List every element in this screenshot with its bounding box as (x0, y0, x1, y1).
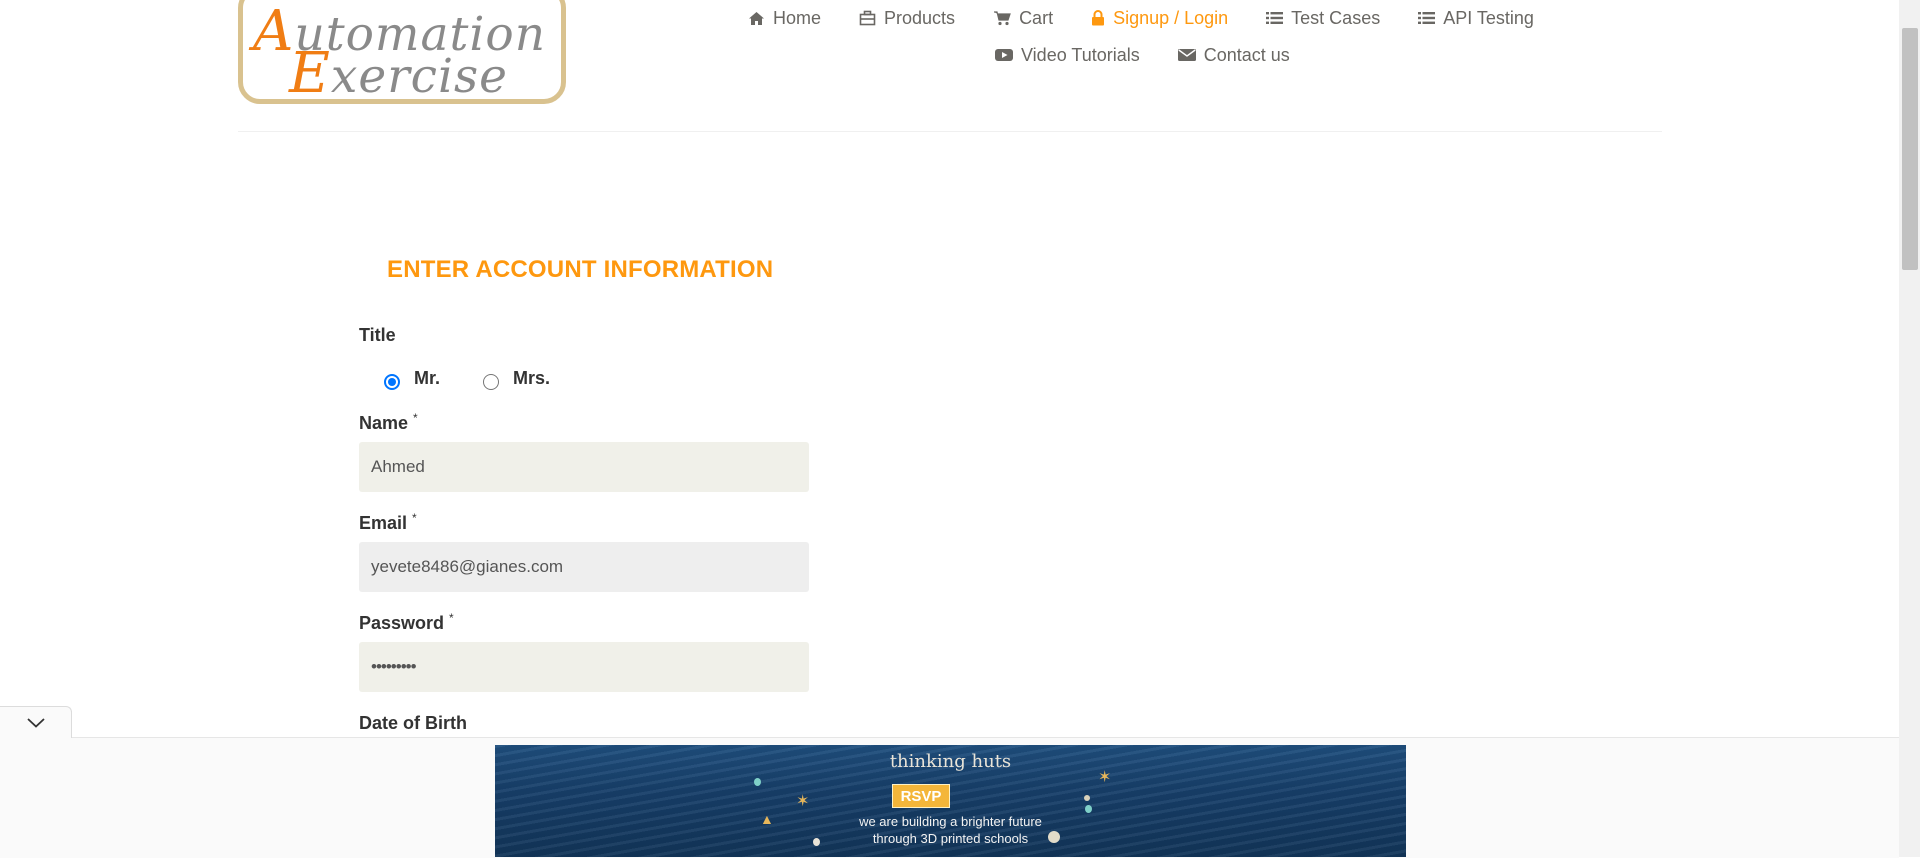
form-heading: ENTER ACCOUNT INFORMATION (387, 256, 774, 283)
required-marker: * (413, 411, 418, 425)
nav-cart[interactable]: Cart (993, 8, 1053, 29)
email-input[interactable]: yevete8486@gianes.com (359, 542, 809, 592)
main-nav-row-2: Video Tutorials Contact us (995, 43, 1290, 67)
nav-api-testing[interactable]: API Testing (1418, 8, 1534, 29)
starfish-icon: ✶ (796, 793, 810, 810)
nav-contact-us[interactable]: Contact us (1177, 44, 1290, 66)
logo-word-2: xercise (330, 49, 508, 104)
nav-contact-us-label: Contact us (1203, 44, 1290, 65)
page-scrollbar-thumb[interactable] (1902, 28, 1918, 270)
ad-collapse-toggle[interactable] (0, 706, 72, 738)
ad-rsvp-button[interactable]: RSVP (892, 784, 950, 808)
name-input[interactable]: Ahmed (359, 442, 809, 492)
password-label-text: Password (359, 613, 445, 633)
nav-cart-label: Cart (1019, 7, 1054, 28)
title-label: Title (359, 325, 396, 345)
name-label-text: Name (359, 413, 409, 433)
nav-video-tutorials[interactable]: Video Tutorials (995, 45, 1140, 66)
password-input[interactable]: ••••••••• (359, 642, 809, 692)
ad-brand: thinking huts (889, 751, 1012, 772)
youtube-play-icon (995, 49, 1013, 61)
shell-icon (813, 838, 820, 846)
logo-cap-e: E (289, 41, 331, 104)
pebble-icon (754, 778, 761, 786)
radio-mrs-button[interactable] (483, 373, 499, 390)
required-marker: * (449, 611, 454, 625)
email-label-text: Email (359, 513, 408, 533)
nav-signup-login-label: Signup / Login (1113, 7, 1229, 28)
radio-mr[interactable]: Mr. (384, 368, 440, 390)
nav-signup-login[interactable]: Signup / Login (1091, 8, 1228, 29)
radio-mr-label[interactable]: Mr. (414, 368, 440, 389)
products-icon (859, 10, 876, 26)
pebble-icon (1084, 795, 1090, 801)
required-marker: * (412, 511, 417, 525)
shell-icon (1048, 831, 1060, 843)
lock-icon (1092, 10, 1105, 26)
nav-home-label: Home (773, 7, 822, 28)
nav-test-cases-label: Test Cases (1291, 7, 1381, 28)
ad-tagline-1: we are building a brighter future (859, 814, 1042, 829)
starfish-icon: ✶ (1098, 769, 1112, 786)
list-icon (1418, 12, 1436, 24)
radio-mr-button[interactable] (384, 373, 400, 390)
email-label: Email * (359, 511, 417, 534)
nav-test-cases[interactable]: Test Cases (1266, 8, 1380, 29)
radio-mrs[interactable]: Mrs. (483, 368, 550, 390)
dob-label: Date of Birth (359, 713, 467, 733)
nav-products[interactable]: Products (859, 8, 955, 29)
home-icon (749, 11, 764, 25)
ad-tagline-2: through 3D printed schools (872, 831, 1029, 846)
radio-mrs-label[interactable]: Mrs. (513, 368, 550, 389)
main-nav: Home Products Cart Signup / Login Test C… (748, 6, 1534, 30)
cart-icon (994, 11, 1011, 26)
pebble-icon (1085, 805, 1092, 813)
chevron-down-icon (26, 717, 45, 728)
nav-api-testing-label: API Testing (1443, 7, 1534, 28)
nav-video-tutorials-label: Video Tutorials (1021, 44, 1140, 65)
nav-products-label: Products (884, 7, 956, 28)
nav-home[interactable]: Home (748, 8, 821, 29)
envelope-icon (1177, 49, 1196, 61)
ad-banner[interactable]: thinking huts RSVP we are building a bri… (495, 745, 1406, 857)
list-icon (1266, 12, 1284, 24)
password-label: Password * (359, 611, 454, 634)
site-logo[interactable]: Automation Exercise (238, 0, 566, 104)
name-label: Name * (359, 411, 418, 434)
starfish-icon: ▲ (760, 811, 774, 827)
header-divider (238, 131, 1662, 132)
